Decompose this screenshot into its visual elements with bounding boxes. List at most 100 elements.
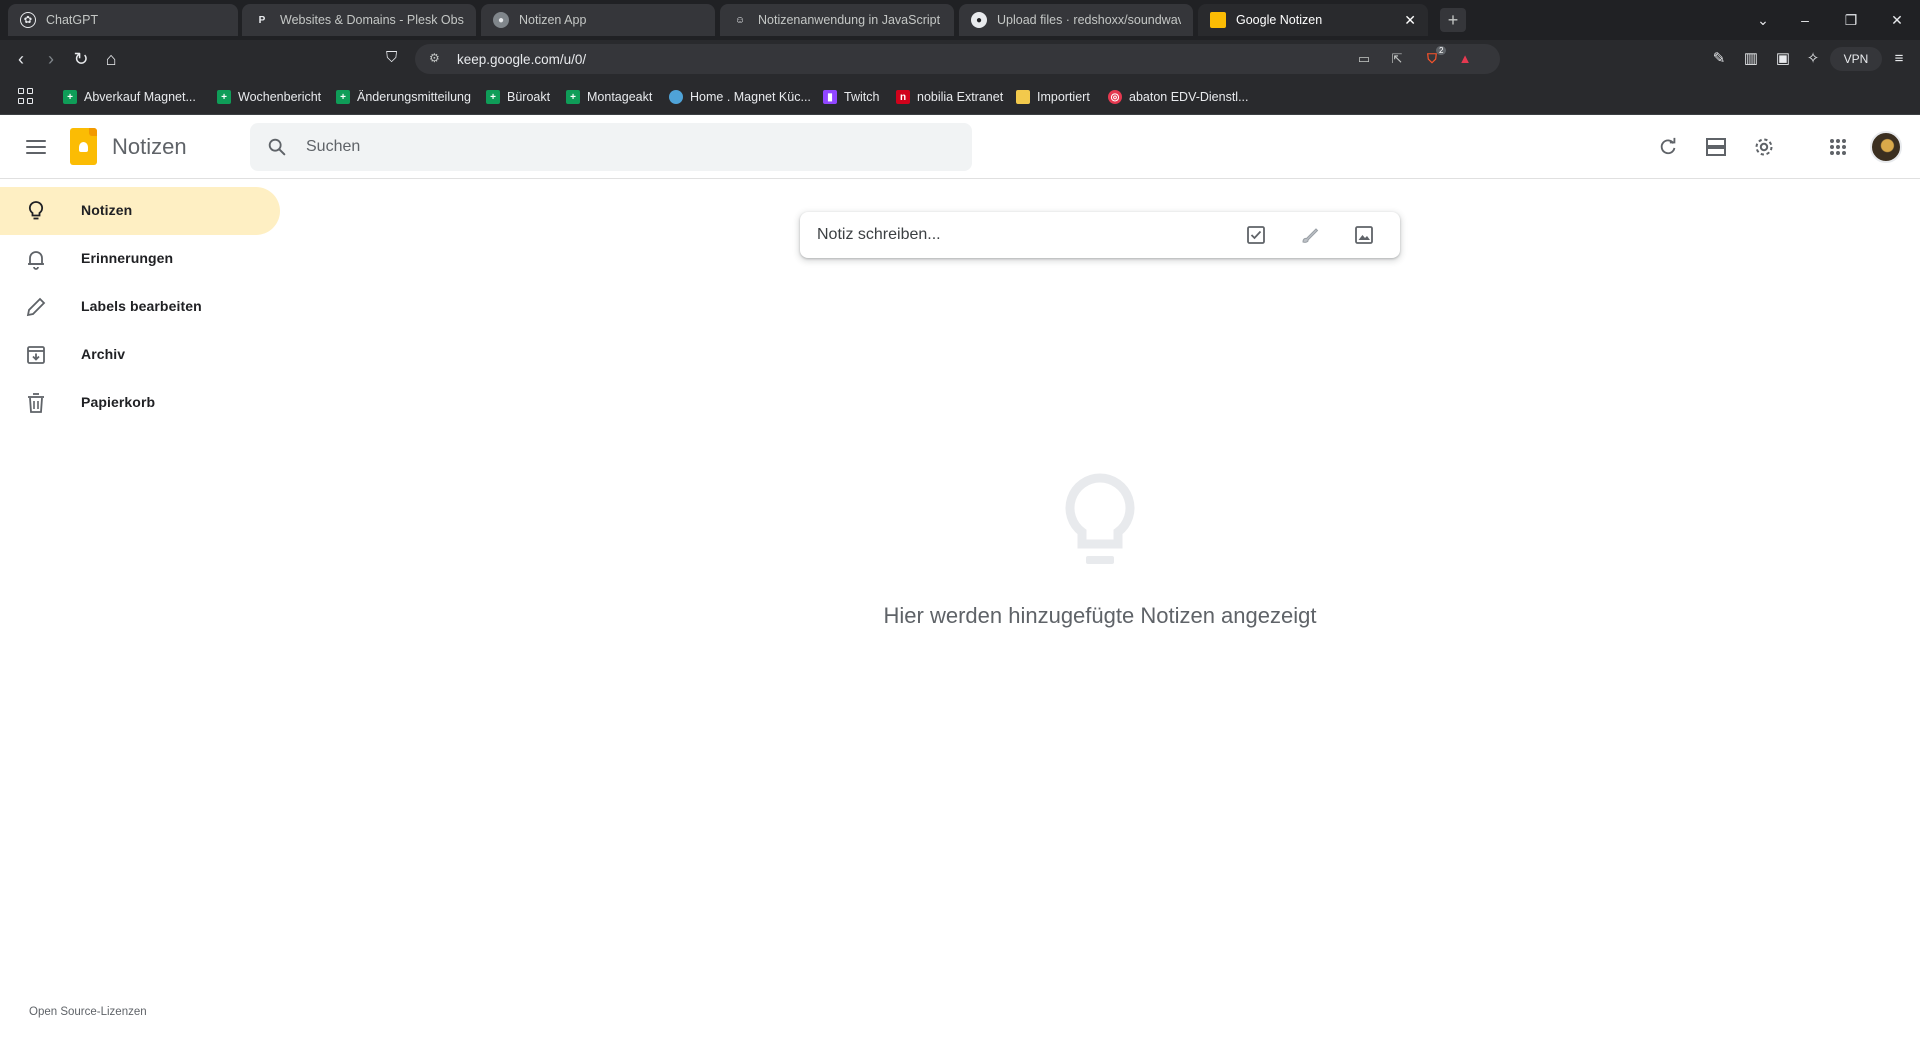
sheets-icon: + [63, 90, 77, 104]
tab-title: Upload files · redshoxx/soundwave [997, 13, 1181, 27]
bookmark-item[interactable]: n nobilia Extranet [896, 86, 1003, 108]
chatgpt-icon: ✿ [20, 12, 36, 28]
new-image-note-button[interactable] [1352, 223, 1376, 247]
bookmark-item[interactable]: ◎ abaton EDV-Dienstl... [1108, 86, 1249, 108]
bookmark-label: Wochenbericht [238, 90, 322, 104]
sidebar-item-label: Papierkorb [81, 394, 156, 410]
settings-button[interactable] [1748, 131, 1780, 163]
avatar[interactable] [1870, 131, 1902, 163]
url-text: keep.google.com/u/0/ [457, 52, 587, 67]
sidebar-item-labels[interactable]: Labels bearbeiten [0, 283, 280, 331]
bookmarks-bar: + Abverkauf Magnet... + Wochenbericht + … [0, 78, 1920, 115]
apps-icon [1830, 139, 1846, 155]
refresh-icon [1660, 137, 1676, 155]
bell-icon [28, 251, 44, 270]
bookmark-item[interactable]: ▮ Twitch [823, 86, 879, 108]
bookmark-label: abaton EDV-Dienstl... [1129, 90, 1249, 104]
bookmark-label: Änderungsmitteilung [357, 90, 471, 104]
sidebar-item-label: Archiv [81, 346, 126, 362]
browser-toolbar: ‹ › ↻ ⌂ ⚙ keep.google.com/u/0/ ▭ ⇱ ⛉ 2 ▲… [0, 40, 1920, 78]
bookmark-item[interactable]: Importiert [1016, 86, 1090, 108]
globe-icon [669, 90, 683, 104]
sidebar-item-archiv[interactable]: Archiv [0, 331, 280, 379]
tab-title: Notizenanwendung in JavaScript erstellen [758, 13, 942, 27]
sidebar-item-erinnerungen[interactable]: Erinnerungen [0, 235, 280, 283]
back-button[interactable]: ‹ [10, 48, 32, 70]
bookmark-item[interactable]: + Montageakt [566, 86, 652, 108]
note-placeholder[interactable]: Notiz schreiben... [817, 226, 941, 244]
extensions-icon[interactable]: ✎ [1708, 48, 1730, 70]
sidebar-item-papierkorb[interactable]: Papierkorb [0, 379, 280, 427]
google-apps-button[interactable] [1822, 131, 1854, 163]
copilot-icon: ☺ [734, 14, 746, 26]
main-menu-button[interactable] [24, 135, 48, 159]
bookmark-item[interactable]: + Abverkauf Magnet... [63, 86, 196, 108]
tab-notizenanwendung[interactable]: ☺ Notizenanwendung in JavaScript erstell… [720, 4, 954, 36]
vpn-label: VPN [1843, 52, 1869, 66]
sheets-icon: + [217, 90, 231, 104]
pencil-icon [26, 297, 46, 317]
tab-plesk[interactable]: P Websites & Domains - Plesk Obsidian [242, 4, 476, 36]
site-settings-icon[interactable]: ⚙ [429, 51, 440, 65]
nobilia-icon: n [896, 90, 910, 104]
keep-icon [1210, 12, 1226, 28]
apps-grid-icon[interactable] [18, 88, 34, 104]
bookmark-icon[interactable]: ⛉ [386, 49, 397, 66]
vpn-button[interactable]: VPN [1830, 47, 1882, 71]
minimize-button[interactable]: – [1790, 8, 1820, 32]
new-list-button[interactable] [1244, 223, 1268, 247]
tab-search-button[interactable]: ⌄ [1748, 8, 1778, 32]
bookmark-item[interactable]: + Büroakt [486, 86, 550, 108]
search-input[interactable] [306, 135, 946, 159]
sidebar-icon[interactable]: ▥ [1740, 48, 1762, 70]
sidebar: Notizen Erinnerungen Labels bearbeiten A… [0, 187, 280, 427]
menu-icon[interactable]: ≡ [1888, 48, 1910, 70]
list-view-icon [1706, 138, 1726, 156]
open-source-licenses-link[interactable]: Open Source-Lizenzen [29, 1006, 147, 1018]
tab-github-upload[interactable]: ● Upload files · redshoxx/soundwave [959, 4, 1193, 36]
wallet-icon[interactable]: ▣ [1772, 48, 1794, 70]
refresh-button[interactable] [1652, 131, 1684, 163]
sidebar-item-notizen[interactable]: Notizen [0, 187, 280, 235]
bookmark-label: Abverkauf Magnet... [84, 90, 196, 104]
archive-icon [27, 346, 45, 364]
brush-icon [1302, 228, 1319, 243]
bookmark-label: Büroakt [507, 90, 551, 104]
search-box[interactable] [250, 123, 972, 171]
bookmark-label: nobilia Extranet [917, 90, 1004, 104]
empty-lightbulb-icon [1065, 473, 1135, 564]
sidebar-item-label: Labels bearbeiten [81, 298, 202, 314]
share-icon[interactable]: ⇱ [1388, 50, 1406, 68]
image-icon [1355, 226, 1373, 244]
close-icon[interactable]: ✕ [1404, 12, 1416, 29]
twitch-icon: ▮ [823, 90, 837, 104]
empty-state-message: Hier werden hinzugefügte Notizen angezei… [883, 603, 1317, 628]
github-icon: ● [971, 12, 987, 28]
reload-button[interactable]: ↻ [70, 48, 92, 70]
new-tab-button[interactable]: + [1440, 8, 1466, 32]
close-window-button[interactable]: ✕ [1882, 8, 1912, 32]
home-button[interactable]: ⌂ [100, 48, 122, 70]
list-view-button[interactable] [1700, 131, 1732, 163]
bookmark-label: Importiert [1037, 90, 1090, 104]
search-icon[interactable] [266, 136, 288, 158]
bookmark-item[interactable]: Home . Magnet Küc... [669, 86, 811, 108]
restore-button[interactable]: ❐ [1836, 8, 1866, 32]
tab-notizen-app[interactable]: ● Notizen App [481, 4, 715, 36]
cast-icon[interactable]: ▭ [1355, 50, 1373, 68]
bookmark-label: Twitch [844, 90, 880, 104]
app-title[interactable]: Notizen [112, 134, 187, 160]
bookmark-item[interactable]: + Wochenbericht [217, 86, 321, 108]
new-drawing-button[interactable] [1298, 223, 1322, 247]
forward-button[interactable]: › [40, 48, 62, 70]
keep-logo[interactable] [70, 128, 97, 165]
bookmark-label: Home . Magnet Küc... [690, 90, 811, 104]
bookmark-item[interactable]: + Änderungsmitteilung [336, 86, 471, 108]
take-note-bar[interactable]: Notiz schreiben... [800, 212, 1400, 258]
brave-rewards-icon[interactable]: ▲ [1456, 50, 1474, 68]
leo-ai-icon[interactable]: ✧ [1802, 48, 1824, 70]
tab-google-notizen[interactable]: Google Notizen ✕ [1198, 4, 1428, 36]
address-bar[interactable]: ⚙ keep.google.com/u/0/ ▭ ⇱ ⛉ 2 ▲ [415, 44, 1500, 74]
tab-chatgpt[interactable]: ✿ ChatGPT [8, 4, 238, 36]
tab-title: ChatGPT [46, 13, 99, 27]
